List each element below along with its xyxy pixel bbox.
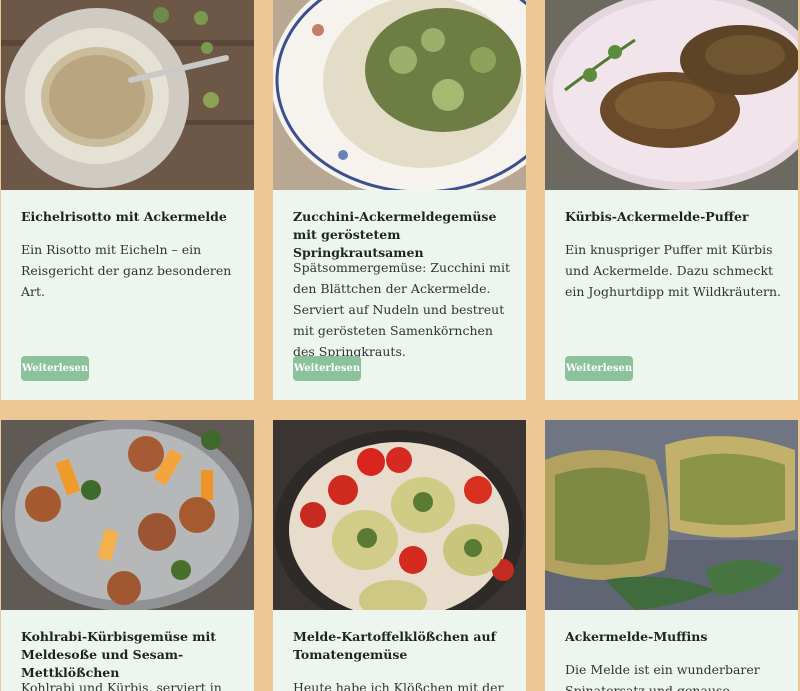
recipe-card[interactable]: Melde-Kartoffelklößchen auf Tomatengemüs… <box>273 420 526 691</box>
recipe-description: Heute habe ich Klößchen mit der <box>293 680 504 691</box>
recipe-card[interactable]: Ackermelde-Muffins Die Melde ist ein wun… <box>545 420 798 691</box>
recipe-description: Die Melde ist ein wunderbarer Spinatersa… <box>565 662 760 691</box>
recipe-card[interactable]: Kürbis-Ackermelde-Puffer Ein knuspriger … <box>545 0 798 400</box>
recipe-title[interactable]: Ackermelde-Muffins <box>565 628 784 646</box>
read-more-button[interactable]: Weiterlesen <box>293 356 361 381</box>
recipe-card[interactable]: Eichelrisotto mit Ackermelde Ein Risotto… <box>1 0 254 400</box>
recipe-title[interactable]: Kohlrabi-Kürbisgemüse mit Meldesoße und … <box>21 628 240 682</box>
kloesschen-image[interactable] <box>273 420 526 610</box>
recipe-card[interactable]: Zucchini-Ackermeldegemüse mit geröstetem… <box>273 0 526 400</box>
recipe-description: Spätsommergemüse: Zucchini mit den Blätt… <box>293 260 511 359</box>
recipe-title[interactable]: Kürbis-Ackermelde-Puffer <box>565 208 784 226</box>
read-more-button[interactable]: Weiterlesen <box>21 356 89 381</box>
recipe-description: Ein knuspriger Puffer mit Kürbis und Ack… <box>565 242 781 299</box>
recipe-description: Kohlrabi und Kürbis, serviert in einer <box>21 680 222 691</box>
recipe-title[interactable]: Melde-Kartoffelklößchen auf Tomatengemüs… <box>293 628 512 664</box>
recipe-description: Ein Risotto mit Eicheln – ein Reisgerich… <box>21 242 232 299</box>
risotto-image[interactable] <box>1 0 254 190</box>
muffins-image[interactable] <box>545 420 798 610</box>
recipe-title[interactable]: Eichelrisotto mit Ackermelde <box>21 208 240 226</box>
read-more-button[interactable]: Weiterlesen <box>565 356 633 381</box>
kohlrabi-image[interactable] <box>1 420 254 610</box>
zucchini-image[interactable] <box>273 0 526 190</box>
puffer-image[interactable] <box>545 0 798 190</box>
recipe-title[interactable]: Zucchini-Ackermeldegemüse mit geröstetem… <box>293 208 512 262</box>
recipe-card[interactable]: Kohlrabi-Kürbisgemüse mit Meldesoße und … <box>1 420 254 691</box>
